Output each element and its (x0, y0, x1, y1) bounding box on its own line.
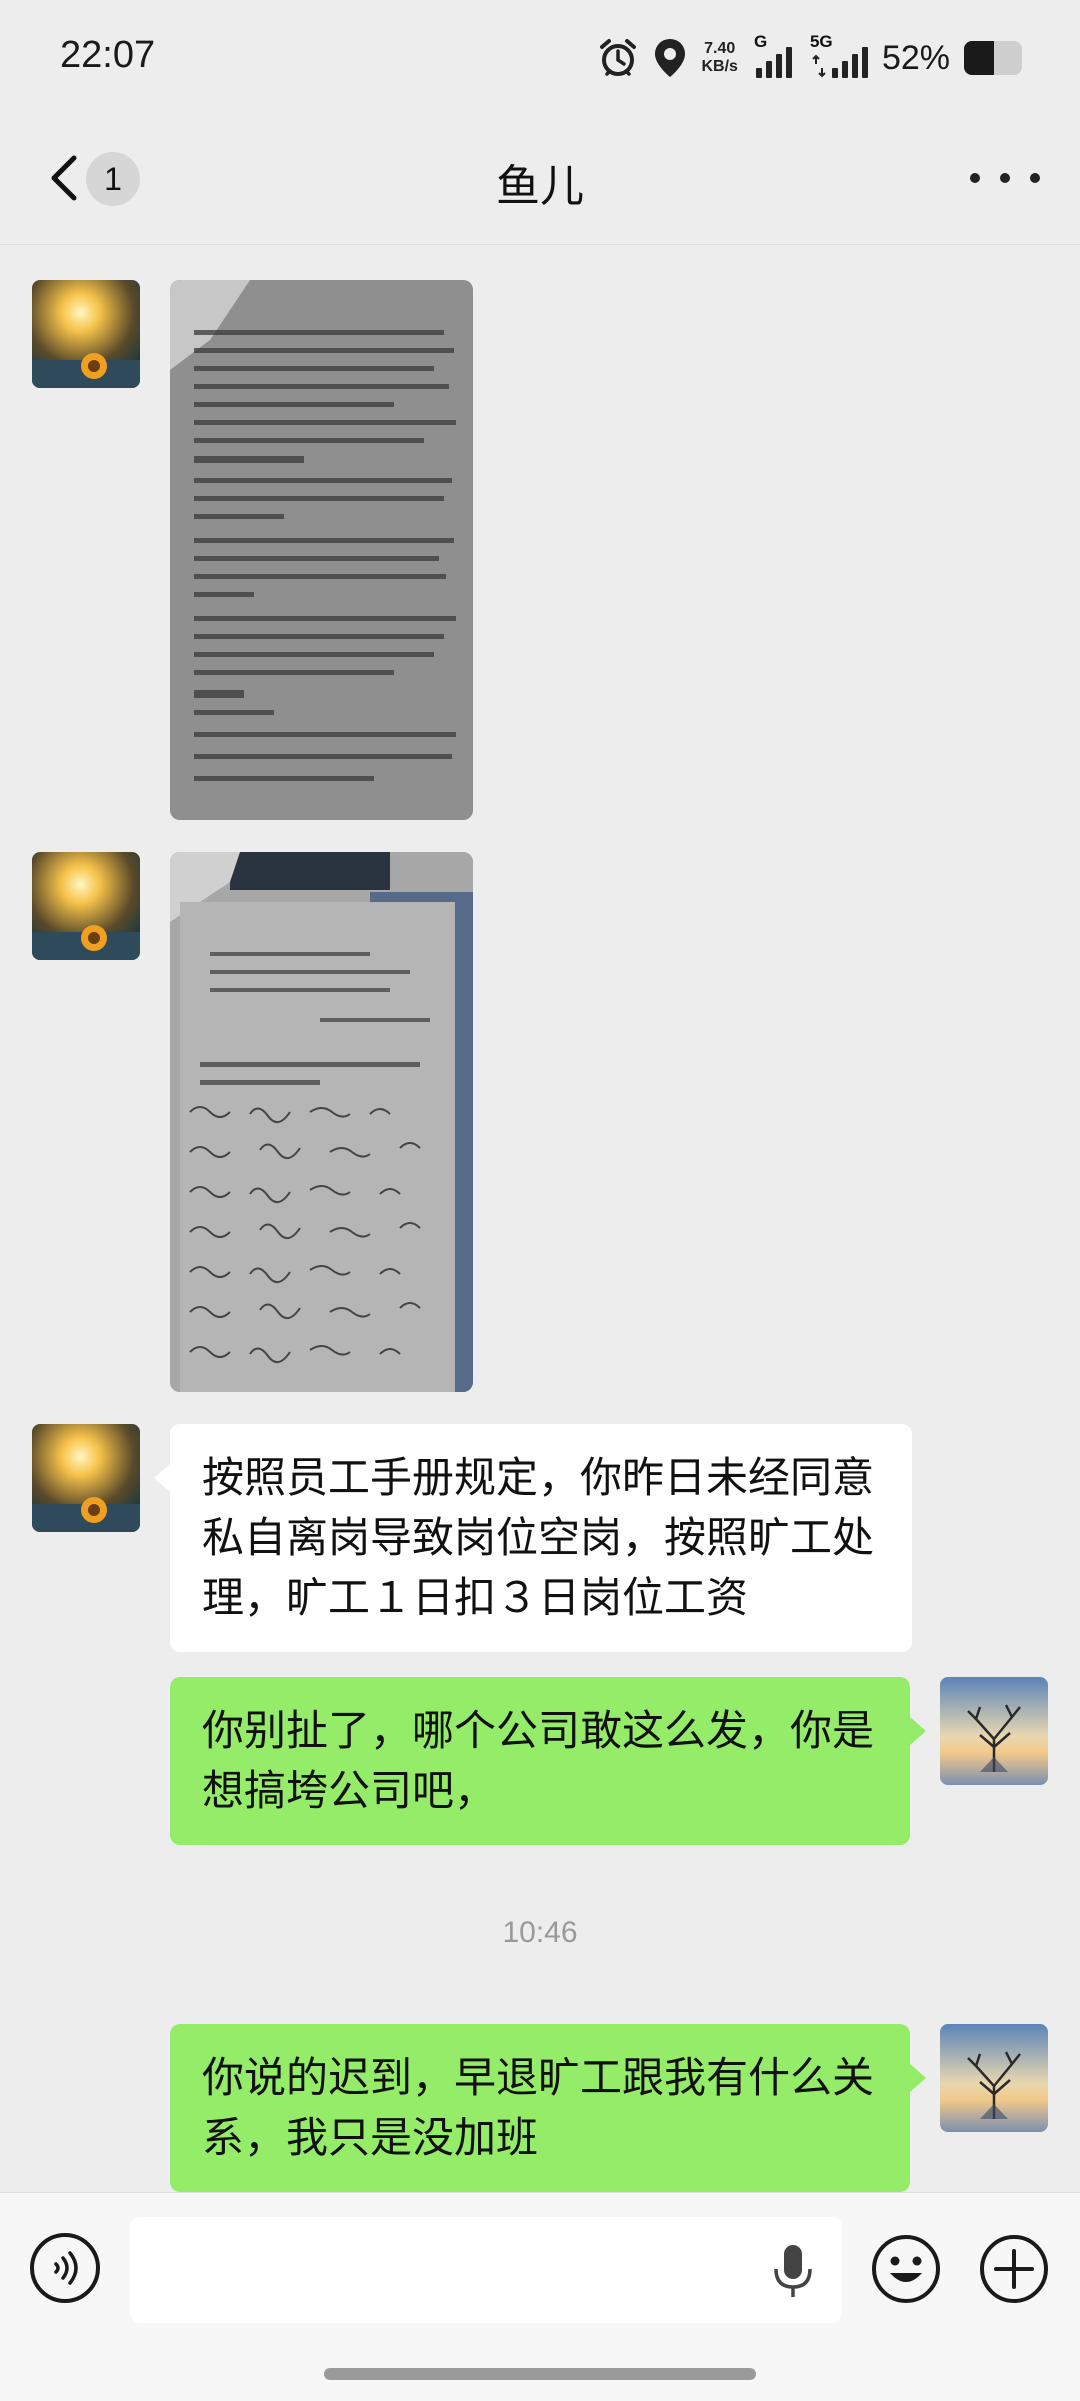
plus-icon[interactable] (978, 2233, 1050, 2305)
alarm-icon (600, 39, 637, 76)
message-bubble-received[interactable]: 按照员工手册规定，你昨日未经同意私自离岗导致岗位空岗，按照旷工处理，旷工１日扣３… (154, 1424, 912, 1652)
message-bubble-sent[interactable]: 你说的迟到，早退旷工跟我有什么关系，我只是没加班 (170, 2024, 926, 2192)
home-indicator[interactable] (324, 2368, 756, 2380)
message-text-input[interactable] (130, 2217, 842, 2323)
location-icon (655, 39, 686, 77)
message-timestamp: 10:46 (502, 1916, 578, 1949)
contact-avatar[interactable] (32, 1424, 140, 1532)
voice-toggle-icon[interactable] (30, 2233, 100, 2303)
more-dots-icon[interactable] (970, 158, 1040, 198)
message-image-signature-page[interactable] (170, 852, 473, 1392)
self-avatar[interactable] (940, 1677, 1048, 1785)
microphone-icon[interactable] (768, 2239, 818, 2303)
message-image-handbook-page[interactable] (170, 280, 473, 820)
chat-header: 1 鱼儿 (0, 118, 1080, 245)
contact-avatar[interactable] (32, 852, 140, 960)
data-arrows-icon (812, 54, 826, 78)
chat-title: 鱼儿 (496, 161, 584, 212)
sim2-signal-icon: 5G (810, 32, 868, 78)
message-bubble-sent[interactable]: 你别扯了，哪个公司敢这么发，你是想搞垮公司吧， (170, 1677, 926, 1845)
sim2-network-tag: 5G (809, 32, 833, 51)
status-icons: 7.40 KB/s G 5G 52% (597, 30, 1022, 86)
sim1-signal-icon: G (754, 32, 792, 78)
battery-icon (964, 41, 1022, 75)
network-speed-value: 7.40 (704, 40, 736, 57)
status-bar: 22:07 7.40 KB/s G 5G 52% (0, 0, 1080, 118)
battery-fill (964, 41, 995, 75)
self-avatar[interactable] (940, 2024, 1048, 2132)
sim1-network-tag: G (753, 32, 768, 51)
emoji-icon[interactable] (870, 2233, 942, 2305)
network-speed: 7.40 KB/s (701, 40, 737, 76)
status-time: 22:07 (60, 34, 156, 76)
network-speed-unit: KB/s (701, 58, 738, 75)
battery-percent: 52% (881, 38, 950, 77)
contact-avatar[interactable] (32, 280, 140, 388)
